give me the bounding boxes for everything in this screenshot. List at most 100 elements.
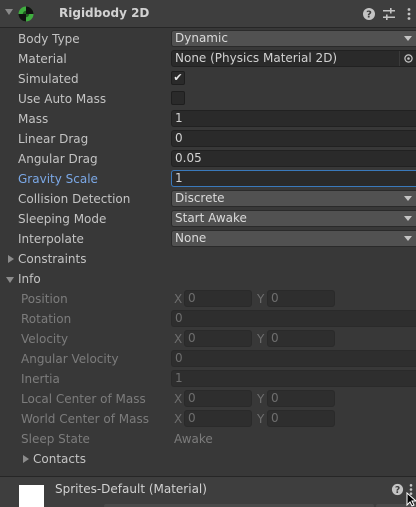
info-foldout[interactable]: Info [0, 269, 416, 289]
contacts-foldout[interactable]: Contacts [0, 449, 416, 469]
velocity-y-field: 0 [267, 330, 335, 347]
body-type-label: Body Type [18, 32, 80, 46]
use-auto-mass-checkbox[interactable] [171, 91, 185, 105]
body-type-dropdown[interactable]: Dynamic [171, 30, 416, 47]
contacts-label[interactable]: Contacts [33, 452, 86, 466]
position-x-field: 0 [184, 290, 252, 307]
object-picker-button[interactable] [399, 51, 416, 66]
checkmark-icon: ✔ [173, 71, 183, 84]
material-section-header[interactable]: Sprites-Default (Material) ? [0, 476, 416, 507]
inertia-row: Inertia 1 [0, 369, 416, 389]
local-com-x-label: X [174, 392, 183, 406]
velocity-x-label: X [174, 332, 183, 346]
position-label: Position [21, 292, 68, 306]
velocity-row: Velocity X 0 Y 0 [0, 329, 416, 349]
chevron-right-icon[interactable] [8, 255, 14, 263]
angular-drag-label[interactable]: Angular Drag [18, 152, 98, 166]
component-fold-arrow-icon[interactable] [5, 9, 13, 15]
use-auto-mass-label: Use Auto Mass [18, 92, 107, 106]
local-center-of-mass-row: Local Center of Mass X 0 Y 0 [0, 389, 416, 409]
constraints-label[interactable]: Constraints [18, 252, 86, 266]
position-y-field: 0 [267, 290, 335, 307]
rotation-label: Rotation [21, 312, 72, 326]
interpolate-row: Interpolate None [0, 229, 416, 249]
collision-detection-row: Collision Detection Discrete [0, 189, 416, 209]
sleep-state-value: Awake [174, 432, 213, 446]
position-y-label: Y [257, 292, 265, 306]
mass-field[interactable]: 1 [171, 110, 416, 127]
position-row: Position X 0 Y 0 [0, 289, 416, 309]
linear-drag-label[interactable]: Linear Drag [18, 132, 88, 146]
local-com-y-label: Y [257, 392, 265, 406]
local-com-y-field: 0 [267, 390, 335, 407]
sleeping-mode-dropdown[interactable]: Start Awake [171, 210, 416, 227]
mass-row: Mass 1 [0, 109, 416, 129]
gravity-scale-label[interactable]: Gravity Scale [18, 172, 98, 186]
chevron-down-icon [404, 236, 412, 241]
chevron-down-icon [404, 196, 412, 201]
sleep-state-row: Sleep State Awake [0, 429, 416, 449]
mouse-cursor-icon [406, 492, 416, 507]
sleeping-mode-label: Sleeping Mode [18, 212, 107, 226]
angular-velocity-field: 0 [171, 350, 416, 367]
chevron-down-icon [404, 216, 412, 221]
collision-detection-dropdown[interactable]: Discrete [171, 190, 416, 207]
sleeping-mode-row: Sleeping Mode Start Awake [0, 209, 416, 229]
local-com-x-field: 0 [184, 390, 252, 407]
linear-drag-field[interactable]: 0 [171, 130, 416, 147]
angular-velocity-label: Angular Velocity [21, 352, 119, 366]
interpolate-dropdown[interactable]: None [171, 230, 416, 247]
velocity-label: Velocity [21, 332, 69, 346]
velocity-x-field: 0 [184, 330, 252, 347]
simulated-row: Simulated ✔ [0, 69, 416, 89]
interpolate-label: Interpolate [18, 232, 84, 246]
use-auto-mass-row: Use Auto Mass [0, 89, 416, 109]
material-section-title: Sprites-Default (Material) [55, 482, 207, 496]
material-object-field[interactable]: None (Physics Material 2D) [171, 50, 416, 67]
mass-label[interactable]: Mass [18, 112, 48, 126]
linear-drag-row: Linear Drag 0 [0, 129, 416, 149]
chevron-down-icon [404, 36, 412, 41]
material-preview-thumbnail [19, 485, 44, 507]
world-com-x-field: 0 [184, 410, 252, 427]
world-center-of-mass-row: World Center of Mass X 0 Y 0 [0, 409, 416, 429]
angular-drag-field[interactable]: 0.05 [171, 150, 416, 167]
local-center-of-mass-label: Local Center of Mass [21, 392, 146, 406]
world-com-x-label: X [174, 412, 183, 426]
info-label[interactable]: Info [18, 272, 41, 286]
angular-drag-row: Angular Drag 0.05 [0, 149, 416, 169]
simulated-checkbox[interactable]: ✔ [171, 71, 185, 85]
help-icon[interactable]: ? [391, 483, 404, 496]
component-title: Rigidbody 2D [59, 6, 150, 20]
simulated-label: Simulated [18, 72, 79, 86]
collision-detection-label: Collision Detection [18, 192, 131, 206]
inertia-field: 1 [171, 370, 416, 387]
rotation-field: 0 [171, 310, 416, 327]
constraints-foldout[interactable]: Constraints [0, 249, 416, 269]
inertia-label: Inertia [21, 372, 60, 386]
chevron-down-icon[interactable] [6, 277, 14, 283]
help-icon[interactable]: ? [362, 7, 376, 21]
chevron-right-icon[interactable] [23, 455, 29, 463]
svg-text:?: ? [395, 485, 400, 496]
object-picker-icon [404, 54, 413, 63]
collision-detection-value: Discrete [175, 191, 225, 205]
world-center-of-mass-label: World Center of Mass [21, 412, 149, 426]
gravity-scale-field[interactable]: 1 [171, 170, 416, 187]
kebab-menu-icon[interactable] [402, 7, 416, 21]
body-type-row: Body Type Dynamic [0, 29, 416, 49]
rigidbody2d-icon[interactable] [18, 6, 34, 22]
position-x-label: X [174, 292, 183, 306]
material-row: Material None (Physics Material 2D) [0, 49, 416, 69]
component-header[interactable]: Rigidbody 2D ? [0, 0, 416, 28]
velocity-y-label: Y [257, 332, 265, 346]
presets-icon[interactable] [382, 7, 396, 21]
angular-velocity-row: Angular Velocity 0 [0, 349, 416, 369]
world-com-y-label: Y [257, 412, 265, 426]
material-label: Material [18, 52, 67, 66]
sleep-state-label: Sleep State [21, 432, 90, 446]
material-value: None (Physics Material 2D) [175, 51, 338, 65]
svg-text:?: ? [366, 10, 372, 21]
interpolate-value: None [175, 231, 207, 245]
world-com-y-field: 0 [267, 410, 335, 427]
